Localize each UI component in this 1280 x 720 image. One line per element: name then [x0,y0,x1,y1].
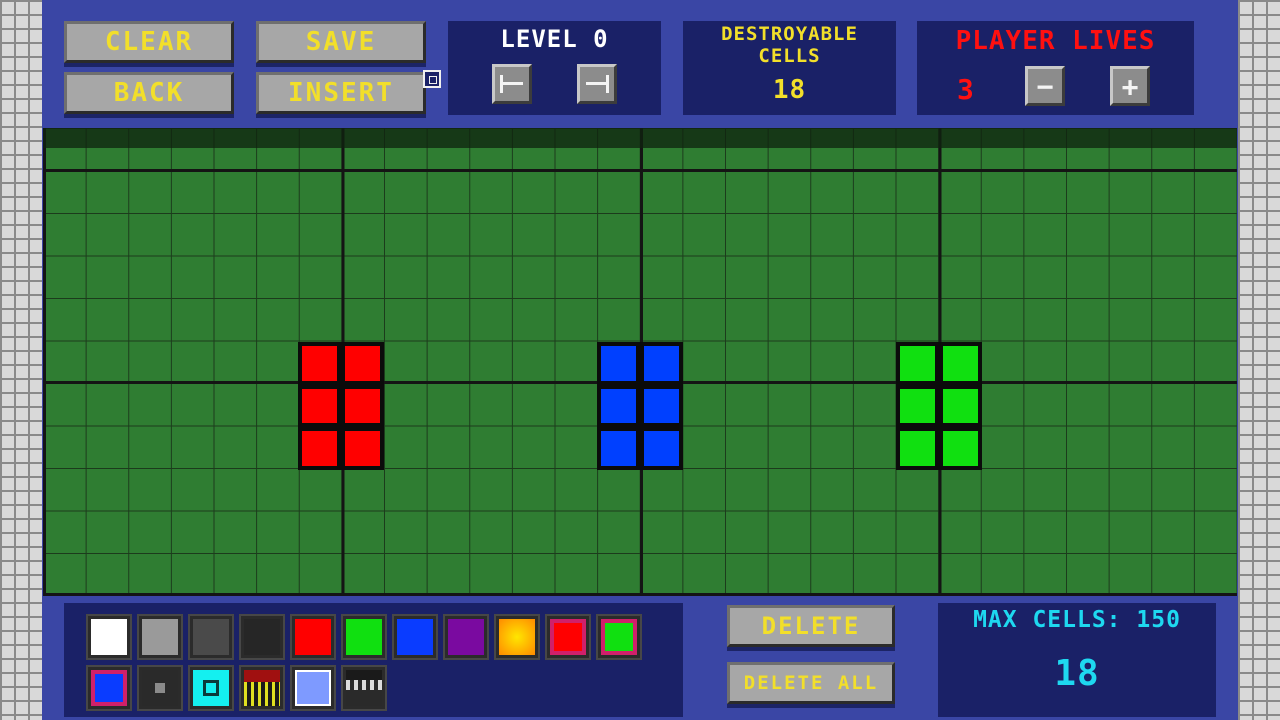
green-cell[interactable] [900,388,935,424]
insert-button[interactable]: INSERT [256,72,426,114]
bars-swatch[interactable] [239,665,285,711]
black-swatch[interactable] [239,614,285,660]
lives-decrease-button[interactable]: − [1025,66,1065,106]
green-block-group[interactable] [896,342,982,470]
color-palette [64,603,683,717]
delete-all-button[interactable]: DELETE ALL [727,662,895,704]
red-swatch[interactable] [290,614,336,660]
blue-cell[interactable] [601,346,636,381]
blue-cell[interactable] [644,346,679,381]
blue-cell[interactable] [601,388,636,424]
cyan-swatch[interactable] [188,665,234,711]
green-cell[interactable] [943,346,978,381]
resize-handle-icon[interactable] [423,70,441,88]
max-cells-panel: MAX CELLS: 150 18 [938,603,1216,717]
level-label: LEVEL 0 [500,25,609,53]
red-cell[interactable] [302,431,337,466]
green-pink-border-swatch[interactable] [596,614,642,660]
level-grid[interactable] [43,128,1237,596]
blue-block-group[interactable] [597,342,683,470]
red-pink-border-swatch[interactable] [545,614,591,660]
player-lives-panel: PLAYER LIVES 3 − + [917,21,1194,115]
light-blue-swatch[interactable] [290,665,336,711]
grid-top-band [43,128,1237,148]
green-swatch[interactable] [341,614,387,660]
back-button[interactable]: BACK [64,72,234,114]
white-swatch[interactable] [86,614,132,660]
blue-cell[interactable] [644,431,679,466]
level-prev-button[interactable] [492,64,532,104]
red-block-group[interactable] [298,342,384,470]
red-cell[interactable] [302,388,337,424]
left-wall [0,0,42,720]
arrow-right-bar-icon [586,75,609,93]
film-strip-swatch[interactable] [341,665,387,711]
delete-button[interactable]: DELETE [727,605,895,647]
green-cell[interactable] [943,388,978,424]
save-button[interactable]: SAVE [256,21,426,63]
green-cell[interactable] [943,431,978,466]
blue-cell[interactable] [644,388,679,424]
player-lives-value: 3 [957,73,974,106]
max-cells-label: MAX CELLS: 150 [973,607,1181,633]
lives-increase-button[interactable]: + [1110,66,1150,106]
dark-gray-swatch[interactable] [188,614,234,660]
blue-swatch[interactable] [392,614,438,660]
destroyable-cells-panel: DESTROYABLE CELLS 18 [683,21,896,115]
green-cell[interactable] [900,431,935,466]
destroyable-count: 18 [772,75,807,105]
red-cell[interactable] [345,431,380,466]
clear-button[interactable]: CLEAR [64,21,234,63]
right-wall [1238,0,1280,720]
purple-swatch[interactable] [443,614,489,660]
gray-swatch[interactable] [137,614,183,660]
player-lives-label: PLAYER LIVES [955,26,1156,56]
blue-pink-border-swatch[interactable] [86,665,132,711]
destroyable-sublabel: CELLS [758,45,821,67]
red-cell[interactable] [345,346,380,381]
level-next-button[interactable] [577,64,617,104]
arrow-left-bar-icon [500,75,523,93]
blue-cell[interactable] [601,431,636,466]
red-cell[interactable] [345,388,380,424]
green-cell[interactable] [900,346,935,381]
red-cell[interactable] [302,346,337,381]
destroyable-label: DESTROYABLE [721,23,858,45]
max-cells-count: 18 [1054,653,1100,694]
orange-swatch[interactable] [494,614,540,660]
level-panel: LEVEL 0 [448,21,661,115]
black-gray-core-swatch[interactable] [137,665,183,711]
